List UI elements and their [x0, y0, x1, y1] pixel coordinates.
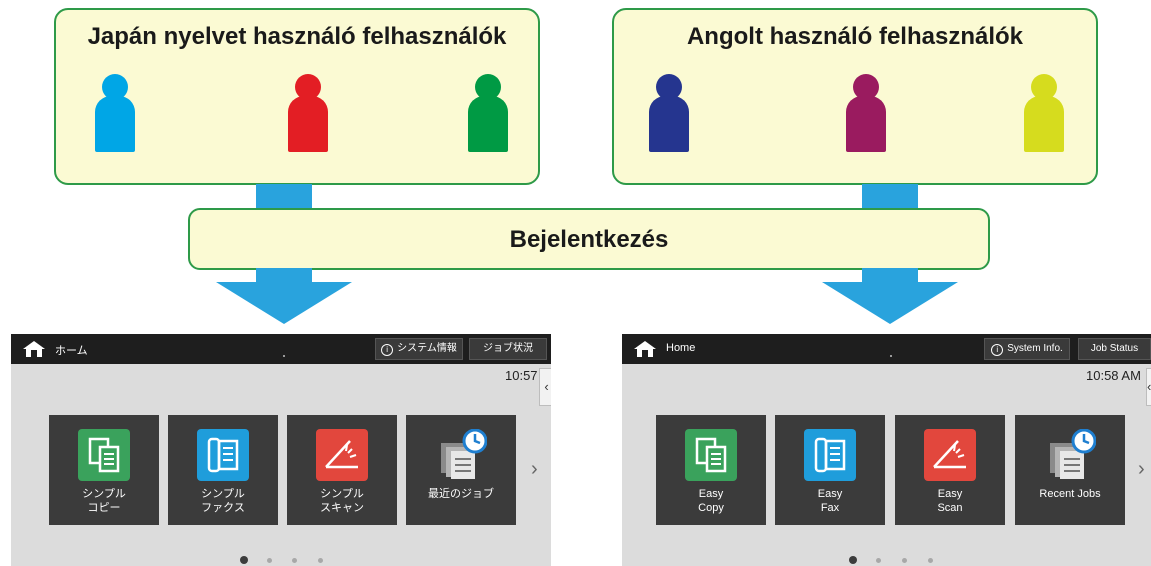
tile-simple-copy[interactable]: シンプル コピー: [49, 415, 159, 525]
home-label[interactable]: ホーム: [55, 342, 88, 358]
tile-label: Easy Scan: [937, 488, 963, 514]
user-icon-en-1: [647, 74, 691, 152]
bar-dot: [283, 355, 285, 357]
screen-english: Home i System Info. Job Status 10:58 AM E…: [622, 334, 1151, 566]
fax-icon: [804, 429, 856, 481]
tile-easy-fax[interactable]: Easy Fax: [775, 415, 885, 525]
top-bar: Home i System Info. Job Status: [622, 334, 1151, 364]
tile-label: シンプル スキャン: [320, 488, 364, 514]
tile-recent-jobs[interactable]: Recent Jobs: [1015, 415, 1125, 525]
user-icon-en-2: [844, 74, 888, 152]
page-dot-active[interactable]: [849, 556, 857, 564]
tile-simple-scan[interactable]: シンプル スキャン: [287, 415, 397, 525]
user-icon-jp-2: [286, 74, 330, 152]
arrow-shaft-en: [862, 268, 918, 282]
system-info-button[interactable]: i System Info.: [984, 338, 1070, 360]
japanese-users-box: Japán nyelvet használó felhasználók: [54, 8, 540, 185]
system-info-label: システム情報: [397, 343, 457, 354]
page-dot[interactable]: [292, 558, 297, 563]
tile-simple-fax[interactable]: シンプル ファクス: [168, 415, 278, 525]
recent-jobs-icon: [1044, 428, 1097, 481]
user-icon-jp-1: [93, 74, 137, 152]
recent-jobs-icon: [435, 428, 488, 481]
bar-dot: [890, 355, 892, 357]
user-icon-en-3: [1022, 74, 1066, 152]
page-dot[interactable]: [902, 558, 907, 563]
tile-label: Recent Jobs: [1039, 488, 1101, 500]
copy-icon: [685, 429, 737, 481]
home-label[interactable]: Home: [666, 342, 695, 354]
next-page-chevron-icon[interactable]: ›: [1138, 458, 1145, 481]
page-dot-active[interactable]: [240, 556, 248, 564]
connector-jp: [256, 184, 312, 210]
connector-en: [862, 184, 918, 210]
tile-label: 最近のジョブ: [428, 488, 494, 500]
side-tab-chevron-icon[interactable]: ‹: [539, 368, 551, 406]
arrow-shaft-jp: [256, 268, 312, 282]
japanese-users-title: Japán nyelvet használó felhasználók: [87, 23, 507, 50]
system-info-label: System Info.: [1007, 343, 1063, 354]
top-bar: ホーム i システム情報 ジョブ状況: [11, 334, 551, 364]
info-icon: i: [991, 344, 1004, 356]
page-dot[interactable]: [928, 558, 933, 563]
info-icon: i: [381, 344, 394, 356]
page-dot[interactable]: [318, 558, 323, 563]
login-label: Bejelentkezés: [509, 226, 669, 253]
tile-label: シンプル コピー: [82, 488, 126, 514]
system-info-button[interactable]: i システム情報: [375, 338, 463, 360]
tile-label: シンプル ファクス: [201, 488, 245, 514]
home-icon[interactable]: [23, 341, 45, 357]
tile-label: Easy Fax: [817, 488, 843, 514]
tile-recent-jobs[interactable]: 最近のジョブ: [406, 415, 516, 525]
scan-icon: [316, 429, 368, 481]
english-users-title: Angolt használó felhasználók: [686, 23, 1024, 50]
english-users-box: Angolt használó felhasználók: [612, 8, 1098, 185]
job-status-button[interactable]: Job Status: [1078, 338, 1151, 360]
fax-icon: [197, 429, 249, 481]
copy-icon: [78, 429, 130, 481]
page-dot[interactable]: [267, 558, 272, 563]
arrow-down-jp: [216, 282, 352, 324]
job-status-button[interactable]: ジョブ状況: [469, 338, 547, 360]
arrow-down-en: [822, 282, 958, 324]
side-tab-chevron-icon[interactable]: ‹: [1146, 368, 1151, 406]
tile-easy-scan[interactable]: Easy Scan: [895, 415, 1005, 525]
login-box: Bejelentkezés: [188, 208, 990, 270]
clock: 10:57: [505, 368, 538, 383]
tile-easy-copy[interactable]: Easy Copy: [656, 415, 766, 525]
user-icon-jp-3: [466, 74, 510, 152]
next-page-chevron-icon[interactable]: ›: [531, 458, 538, 481]
clock: 10:58 AM: [1086, 368, 1141, 383]
tile-label: Easy Copy: [698, 488, 724, 514]
home-icon[interactable]: [634, 341, 656, 357]
page-dot[interactable]: [876, 558, 881, 563]
scan-icon: [924, 429, 976, 481]
screen-japanese: ホーム i システム情報 ジョブ状況 10:57 ‹ シンプル コピー シンプル ファ…: [11, 334, 551, 566]
